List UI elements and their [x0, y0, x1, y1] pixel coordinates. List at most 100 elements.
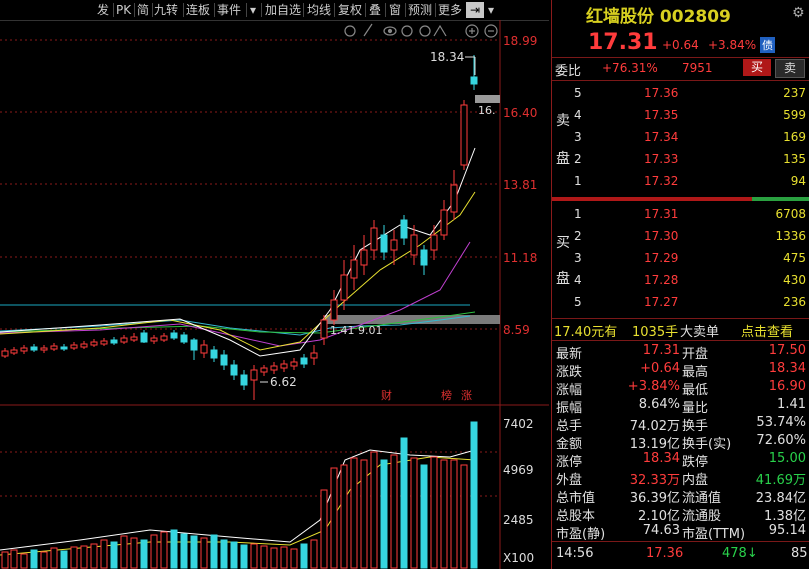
- marker-finance[interactable]: 财: [381, 387, 392, 403]
- sell-button[interactable]: 卖: [775, 59, 805, 78]
- quote-label: 振幅: [556, 401, 583, 416]
- toolbar-item-fuquan[interactable]: 复权: [338, 2, 362, 18]
- toolbar-more-dropdown-icon[interactable]: ▾: [488, 2, 494, 18]
- toolbar-item-window[interactable]: 窗: [389, 2, 401, 18]
- volume-bar: [20, 553, 28, 569]
- bid-level: 2: [574, 229, 582, 243]
- volume-bar: [60, 550, 68, 569]
- candle-body: [110, 339, 118, 344]
- toolbar-item-shijian[interactable]: 事件: [217, 2, 241, 18]
- weibi-label: 委比: [555, 64, 582, 79]
- bid-row[interactable]: 4 17.28 430: [552, 271, 809, 291]
- bid-level: 1: [574, 207, 582, 221]
- quote-value: 18.34: [642, 451, 680, 466]
- ask-row[interactable]: 2 17.33 135: [552, 150, 809, 170]
- toolbar-item-ma[interactable]: 均线: [307, 2, 331, 18]
- quote-value: 13.19亿: [629, 437, 680, 452]
- ask-row[interactable]: 4 17.35 599: [552, 106, 809, 126]
- candle-body: [230, 364, 238, 376]
- toolbar-item-pk[interactable]: PK: [116, 2, 131, 18]
- quote-label: 最低: [682, 383, 709, 398]
- volume-bar: [310, 539, 318, 569]
- candle-body: [40, 347, 48, 351]
- toolbar-item-forecast[interactable]: 预测: [408, 2, 432, 18]
- volume-bar: [450, 459, 458, 569]
- candle-body: [300, 357, 308, 365]
- volume-bar: [200, 537, 208, 569]
- volume-bar: [220, 539, 228, 569]
- volume-bar: [80, 545, 88, 569]
- volume-bar: [390, 454, 398, 569]
- low-price-label: 6.62: [270, 375, 297, 389]
- high-price-label: 18.34: [430, 50, 465, 64]
- gear-icon[interactable]: ⚙: [792, 5, 805, 21]
- quote-label: 内盘: [682, 473, 709, 488]
- bid-volume: 1336: [775, 229, 806, 243]
- volume-bar: [330, 467, 338, 569]
- toolbar-dropdown-icon[interactable]: ▾: [250, 2, 256, 18]
- quote-value: 41.69万: [755, 473, 806, 488]
- candle-body: [270, 365, 278, 371]
- marker-billboard[interactable]: 榜: [441, 387, 452, 403]
- volume-bar: [360, 459, 368, 569]
- bid-row[interactable]: 2 17.30 1336: [552, 227, 809, 247]
- stock-title: 红墙股份 002809: [586, 7, 731, 27]
- volume-bar: [120, 535, 128, 569]
- bid-row[interactable]: 1 17.31 6708: [552, 205, 809, 225]
- toolbar-item-overlay[interactable]: 叠: [369, 2, 381, 18]
- kline-chart[interactable]: 18.34 6.62 16. 1.41 9.01 18.99 16.40 13.…: [0, 20, 549, 569]
- bond-badge[interactable]: 债: [760, 37, 775, 53]
- quote-label: 涨停: [556, 455, 583, 470]
- ask-row[interactable]: 1 17.32 94: [552, 172, 809, 192]
- candle-body: [330, 299, 338, 321]
- candle-body: [420, 249, 428, 266]
- bigorder-price: 17.40元有: [554, 325, 618, 340]
- candle-body: [10, 349, 18, 354]
- tick-price: 17.36: [646, 546, 684, 561]
- ask-row[interactable]: 3 17.34 169: [552, 128, 809, 148]
- toolbar-item-lianban[interactable]: 连板: [186, 2, 210, 18]
- candle-body: [180, 334, 188, 343]
- quote-label: 总手: [556, 419, 583, 434]
- bid-row[interactable]: 3 17.29 475: [552, 249, 809, 269]
- candle-body: [60, 346, 68, 350]
- volume-bar: [10, 549, 18, 569]
- quote-value: 15.00: [768, 451, 806, 466]
- quote-row: 最新 17.31 开盘 17.50: [552, 343, 809, 362]
- toolbar-item-add-watchlist[interactable]: 加自选: [265, 2, 301, 18]
- volume-bar: [150, 534, 158, 569]
- volume-bar: [430, 456, 438, 569]
- ma-hint-label: 1.41 9.01: [330, 324, 383, 337]
- current-price-tag: 16.: [478, 104, 496, 117]
- candle-body: [280, 363, 288, 369]
- toolbar-item-jian[interactable]: 简: [137, 2, 149, 18]
- buy-button[interactable]: 买: [743, 59, 771, 76]
- candle-body: [130, 336, 138, 341]
- bid-row[interactable]: 5 17.27 236: [552, 293, 809, 313]
- toolbar-item-more[interactable]: 更多: [438, 2, 462, 18]
- candle-body: [50, 345, 58, 350]
- bid-price: 17.31: [644, 207, 679, 221]
- chart-toolbar: 发 PK 简 九转 连板 事件 ▾ 加自选 均线 复权 叠 窗 预测 更多 ⇥ …: [0, 0, 549, 21]
- price-axis-label: 13.81: [503, 178, 538, 192]
- ask-price: 17.34: [644, 130, 679, 144]
- bigorder-volume: 1035手: [632, 325, 679, 340]
- toolbar-item-jiuzhuan[interactable]: 九转: [154, 2, 178, 18]
- ask-level: 3: [574, 130, 582, 144]
- ask-row[interactable]: 5 17.36 237: [552, 84, 809, 104]
- quote-label: 量比: [682, 401, 709, 416]
- quote-label: 涨跌: [556, 365, 583, 380]
- bid-price: 17.29: [644, 251, 679, 265]
- quote-row: 涨幅 +3.84% 最低 16.90: [552, 379, 809, 398]
- toolbar-exit-icon[interactable]: ⇥: [466, 2, 484, 18]
- toolbar-item-fa[interactable]: 发: [97, 2, 109, 18]
- volume-bar: [130, 537, 138, 569]
- marker-limit-up[interactable]: 涨: [461, 387, 472, 403]
- quote-value: 36.39亿: [629, 491, 680, 506]
- quote-row: 总股本 2.10亿 流通股 1.38亿: [552, 505, 809, 524]
- bid-volume: 430: [783, 273, 806, 287]
- volume-bar: [300, 543, 308, 569]
- ask-level: 5: [574, 86, 582, 100]
- quote-label: 总市值: [556, 491, 596, 506]
- bigorder-view-link[interactable]: 点击查看: [741, 321, 793, 340]
